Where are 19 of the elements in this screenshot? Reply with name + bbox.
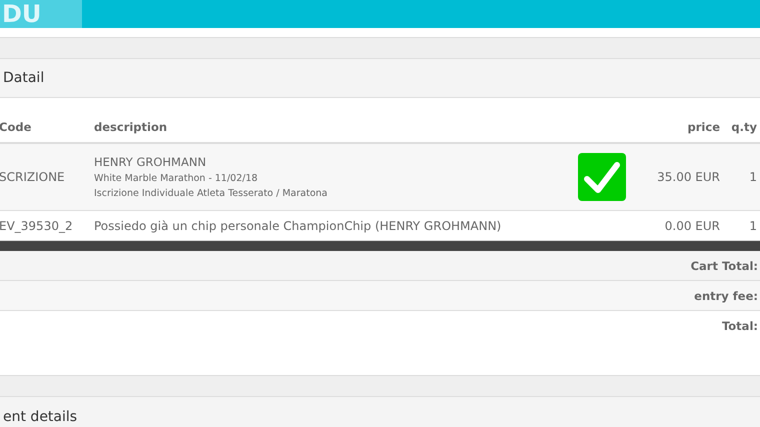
- total-label: Cart Total:: [690, 259, 758, 275]
- table-cell: 0.00 EUR: [664, 218, 720, 232]
- description-line: HENRY GROHMANN: [94, 155, 208, 169]
- table-cell: EV_39530_2: [0, 218, 73, 232]
- table-cell: 1: [749, 170, 757, 184]
- description-line: Possiedo già un chip personale ChampionChip (HENRY GROHMANN): [94, 218, 502, 232]
- description-line: White Marble Marathon - 11/02/18: [94, 173, 259, 184]
- column-header: description: [94, 120, 168, 134]
- total-label: entry fee:: [694, 289, 758, 305]
- total-label: Total:: [722, 319, 758, 335]
- description-line: Iscrizione Individuale Atleta Tesserato / Maratona: [94, 188, 328, 199]
- logo-text: DU: [2, 0, 42, 28]
- column-header: q.ty: [731, 120, 757, 134]
- table-cell: 35.00 EUR: [657, 170, 720, 184]
- table-cell: 1: [749, 218, 757, 232]
- section-title: Datail: [3, 70, 44, 86]
- column-header: price: [688, 120, 720, 134]
- section-title: ent details: [3, 409, 78, 425]
- table-cell: SCRIZIONE: [0, 170, 65, 184]
